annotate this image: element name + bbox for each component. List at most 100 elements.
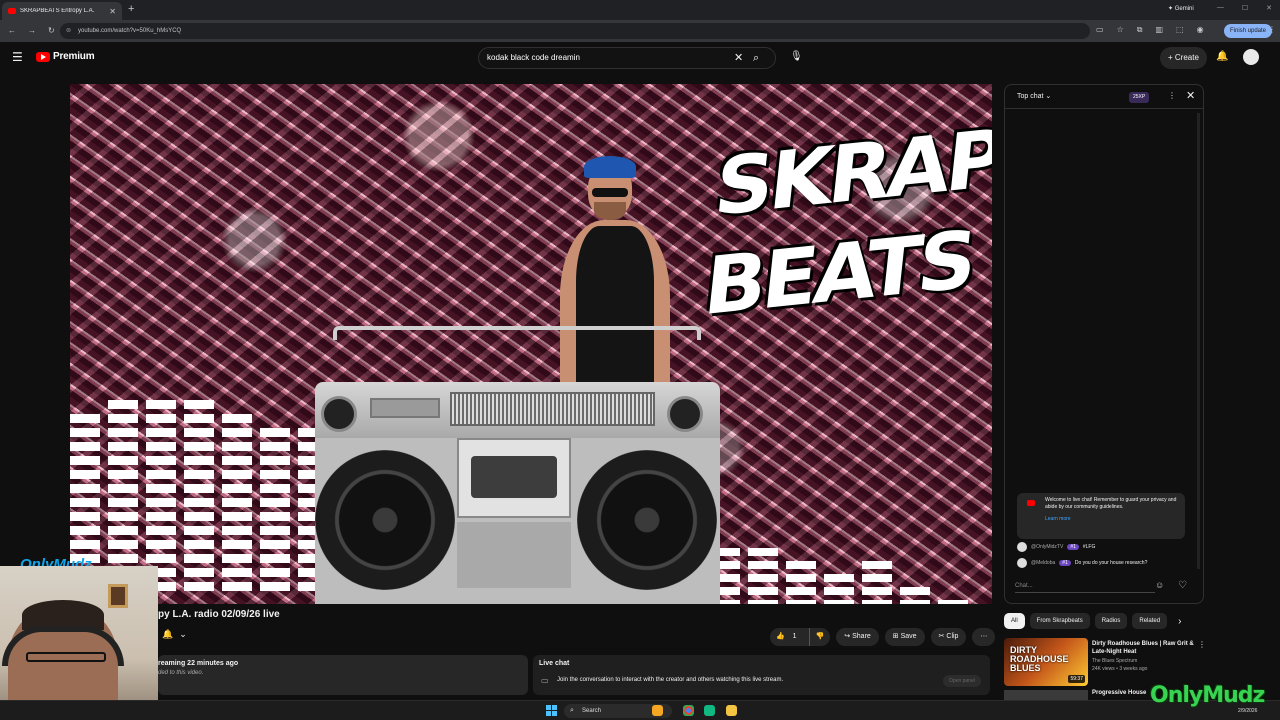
boombox-top-panel [315,382,720,438]
recommended-video[interactable]: DIRTY ROADHOUSE BLUES 59:37 Dirty Roadho… [1004,638,1214,688]
chat-author[interactable]: @Meldoba [1031,560,1055,566]
recommended-title[interactable]: Progressive House [1092,690,1146,696]
voice-search-icon[interactable]: 🎙 [790,51,803,62]
emoji-icon[interactable]: ☺ [1155,580,1164,590]
save-button[interactable]: ⊞ Save [884,628,925,646]
create-button[interactable]: + Create [1160,47,1207,69]
skrapbeats-logo-art: SKRAP BEATS [699,111,992,334]
learn-more-link[interactable]: Learn more [1045,516,1179,523]
chevron-down-icon[interactable]: ⌄ [179,629,187,645]
video-menu-icon[interactable]: ⋮ [1198,640,1206,649]
chat-input[interactable]: Chat... [1015,579,1155,593]
back-icon[interactable]: ← [8,26,16,35]
youtube-play-icon [36,51,50,62]
equalizer-left [70,400,328,591]
chip-related[interactable]: Related [1132,613,1168,629]
video-thumbnail[interactable]: DIRTY ROADHOUSE BLUES 59:37 [1004,638,1088,686]
bookmark-star-icon[interactable]: ☆ [1117,25,1124,35]
chat-text: #LFG [1082,544,1096,550]
thumbnail-text: DIRTY ROADHOUSE BLUES [1010,645,1069,673]
chat-more-icon[interactable]: ⋮ [1168,91,1176,100]
search-input[interactable]: kodak black code dreamin [487,48,580,68]
reload-icon[interactable]: ↻ [48,26,55,35]
new-tab-button[interactable]: + [128,3,134,15]
url-text: youtube.com/watch?v=50Ku_hMsYCQ [78,28,182,34]
like-count: 1 [792,633,797,640]
extensions-icon[interactable]: ⧉ [1137,25,1143,35]
avatar[interactable] [1017,542,1027,552]
video-thumbnail[interactable] [1004,690,1088,700]
live-chat-heading: Live chat [539,660,570,667]
notification-bell-icon[interactable]: 🔔 [162,629,173,645]
windows-taskbar: ⌕ Search [0,700,1280,720]
chat-author[interactable]: @OnlyMidzTV [1031,544,1063,550]
chrome-icon[interactable] [683,705,694,716]
youtube-masthead: ☰ Premium kodak black code dreamin ✕ ⌕ 🎙… [0,42,1280,74]
browser-menu-icon[interactable]: ⋮ [1268,25,1276,34]
downloads-icon[interactable]: ⬚ [1176,25,1184,35]
taskbar-app-icon[interactable] [704,705,715,716]
browser-tab[interactable]: SKRAPBEATS Entropy L.A. ✕ [2,2,122,20]
boombox-speaker-right [577,450,717,590]
clip-label: Clip [946,633,959,640]
youtube-favicon-icon [8,8,16,14]
welcome-text: Welcome to live chat! Remember to guard … [1045,497,1177,510]
cast-icon[interactable]: ▭ [1096,25,1104,35]
forward-icon[interactable]: → [28,26,36,35]
heart-icon[interactable]: ♡ [1178,580,1187,591]
guide-menu-icon[interactable]: ☰ [12,50,23,64]
chat-scrollbar[interactable] [1197,113,1200,569]
recommended-title[interactable]: Dirty Roadhouse Blues | Raw Grit & Late-… [1092,640,1196,656]
create-label: Create [1174,53,1199,62]
recommendation-chips: All From Skrapbeats Radios Related › [1004,613,1181,629]
boombox-handle [333,326,701,340]
windows-start-icon[interactable] [546,705,557,716]
chip-from-skrapbeats[interactable]: From Skrapbeats [1029,613,1090,629]
open-panel-button[interactable]: Open panel [943,675,981,687]
search-box[interactable]: kodak black code dreamin ✕ ⌕ [478,47,776,69]
finish-update-button[interactable]: Finish update [1224,24,1273,38]
maximize-icon[interactable]: ☐ [1242,4,1248,12]
video-title: py L.A. radio 02/09/26 live [158,609,280,620]
description-box[interactable]: reaming 22 minutes ago ded to this video… [158,655,528,695]
chat-message: @OnlyMidzTV #1 #LFG [1017,542,1095,552]
taskbar-app-icon[interactable] [652,705,663,716]
notifications-bell-icon[interactable]: 🔔 [1216,51,1228,62]
like-button[interactable]: 👍 1 [770,628,809,646]
chevron-down-icon: ⌄ [1045,93,1052,100]
close-tab-icon[interactable]: ✕ [109,7,116,16]
file-explorer-icon[interactable] [726,705,737,716]
share-label: Share [852,633,871,640]
avatar[interactable] [1017,558,1027,568]
search-icon: ⌕ [570,707,574,714]
close-window-icon[interactable]: ✕ [1266,4,1272,12]
close-chat-icon[interactable]: ✕ [1186,89,1195,102]
boombox-body [315,438,720,604]
site-info-icon[interactable]: ⊜ [66,23,71,39]
youtube-logo[interactable]: Premium [36,51,95,62]
share-button[interactable]: ↪ Share [836,628,879,646]
chat-text: Do you do your house research? [1074,560,1148,566]
more-actions-icon[interactable]: ⋯ [972,628,996,646]
dislike-button[interactable]: 👎 [808,628,831,646]
sidepanel-icon[interactable]: ▥ [1155,25,1163,35]
clip-button[interactable]: ✂ Clip [930,628,967,646]
top-chat-dropdown[interactable]: Top chat ⌄ [1017,92,1051,100]
profile-icon[interactable]: ◉ [1197,25,1204,35]
account-avatar[interactable] [1243,49,1259,65]
chevron-right-icon[interactable]: › [1178,616,1181,627]
taskbar-search-label: Search [582,708,602,714]
xp-badge[interactable]: 25XP [1129,92,1150,103]
chip-all[interactable]: All [1004,613,1025,629]
url-field[interactable]: ⊜ youtube.com/watch?v=50Ku_hMsYCQ [60,23,1090,39]
chip-radios[interactable]: Radios [1094,613,1128,629]
boombox-knob [667,396,703,432]
clear-search-icon[interactable]: ✕ [734,48,743,68]
minimize-icon[interactable]: — [1217,4,1224,12]
video-player[interactable]: SKRAP BEATS [70,84,992,604]
gemini-button[interactable]: ✦ Gemini [1168,5,1194,12]
recommended-channel[interactable]: The Blues Spectrum [1092,658,1137,664]
search-icon[interactable]: ⌕ [753,48,759,68]
live-chat-panel: Top chat ⌄ 25XP ⋮ ✕ Welcome to live chat… [1004,84,1204,604]
chat-message: @Meldoba #1 Do you do your house researc… [1017,558,1147,568]
